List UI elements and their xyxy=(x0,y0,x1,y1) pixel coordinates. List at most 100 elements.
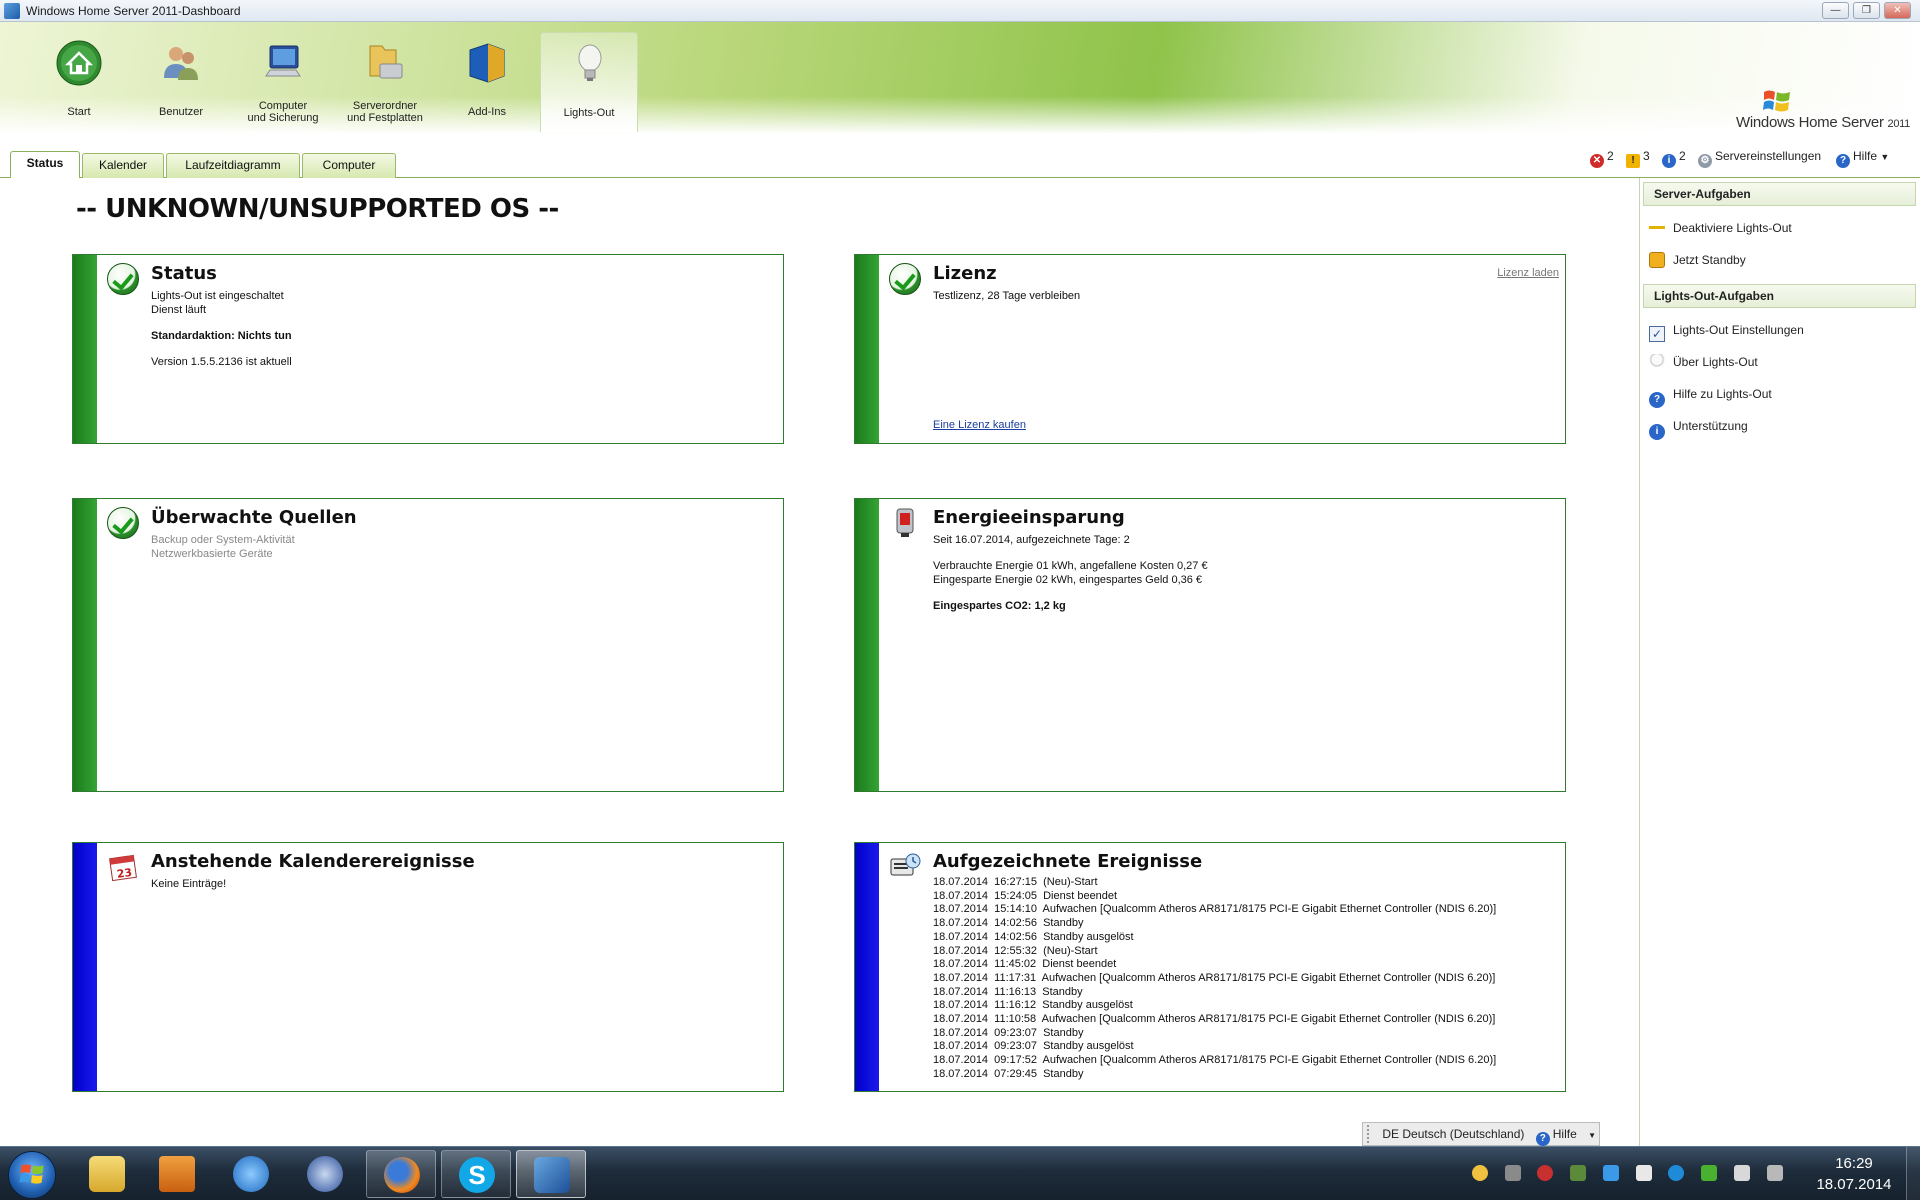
sources-card-body: Backup oder System-Aktivität Netzwerkbas… xyxy=(151,533,773,561)
nav-lights-out[interactable]: Lights-Out xyxy=(540,32,638,132)
energy-saved: Eingesparte Energie 02 kWh, eingespartes… xyxy=(933,574,1203,586)
check-icon xyxy=(107,263,139,295)
minimize-button[interactable]: — xyxy=(1822,2,1849,19)
tray-drive-icon[interactable] xyxy=(1570,1165,1586,1181)
tab-laufzeitdiagramm[interactable]: Laufzeitdiagramm xyxy=(166,153,300,178)
close-button[interactable]: ✕ xyxy=(1884,2,1911,19)
tray-flag-icon[interactable] xyxy=(1636,1165,1652,1181)
windows-flag-icon xyxy=(1763,90,1790,112)
nav-start-label: Start xyxy=(67,106,91,118)
warning-icon: ! xyxy=(1626,154,1640,168)
computer-icon xyxy=(265,45,301,77)
nav-users[interactable]: Benutzer xyxy=(132,32,230,128)
tray-update-icon[interactable] xyxy=(1701,1165,1717,1181)
tray-lightbulb-icon[interactable] xyxy=(1472,1165,1488,1181)
help-menu[interactable]: ? Hilfe ▼ xyxy=(1836,147,1890,168)
language-help-label: Hilfe xyxy=(1552,1127,1577,1141)
license-bar-green xyxy=(855,255,879,443)
tray-ie-icon[interactable] xyxy=(1668,1165,1684,1181)
server-settings-link[interactable]: ⚙ Servereinstellungen xyxy=(1698,147,1822,168)
warning-alerts[interactable]: ! 3 xyxy=(1626,147,1650,168)
event-log-icon xyxy=(890,853,921,876)
support-task[interactable]: i Unterstützung xyxy=(1649,416,1748,440)
event-entry: 18.07.2014 09:23:07 Standby ausgelöst xyxy=(933,1040,1134,1053)
buy-license-link[interactable]: Eine Lizenz kaufen xyxy=(933,419,1026,431)
nav-start[interactable]: Start xyxy=(30,32,128,128)
restore-button[interactable]: ❐ xyxy=(1853,2,1880,19)
start-button[interactable] xyxy=(8,1151,56,1199)
energy-since: Seit 16.07.2014, aufgezeichnete Tage: 2 xyxy=(933,534,1130,546)
energy-card: Energieeinsparung Seit 16.07.2014, aufge… xyxy=(854,498,1566,792)
license-card-title: Lizenz xyxy=(933,263,997,284)
about-lights-out-task[interactable]: Über Lights-Out xyxy=(1649,352,1758,372)
tray-network-icon[interactable] xyxy=(1603,1165,1619,1181)
taskbar-explorer[interactable] xyxy=(72,1150,142,1198)
sources-line-1: Backup oder System-Aktivität xyxy=(151,534,295,546)
events-list: 18.07.2014 16:27:15 (Neu)-Start 18.07.201… xyxy=(933,876,1555,1082)
task-label: Lights-Out Einstellungen xyxy=(1673,323,1804,337)
energy-card-body: Seit 16.07.2014, aufgezeichnete Tage: 2 … xyxy=(933,533,1555,613)
event-entry: 18.07.2014 11:17:31 Aufwachen [Qualcomm … xyxy=(933,971,1496,984)
event-entry: 18.07.2014 11:16:13 Standby xyxy=(933,985,1083,998)
event-entry: 18.07.2014 07:29:45 Standby xyxy=(933,1067,1084,1080)
taskbar-thunderbird[interactable] xyxy=(290,1150,360,1198)
task-label: Deaktiviere Lights-Out xyxy=(1673,221,1792,235)
taskbar-internet-explorer[interactable] xyxy=(216,1150,286,1198)
energy-used: Verbrauchte Energie 01 kWh, angefallene … xyxy=(933,560,1208,572)
task-label: Unterstützung xyxy=(1673,419,1748,433)
status-card: Status Lights-Out ist eingeschaltet Dien… xyxy=(72,254,784,444)
info-icon: i xyxy=(1649,424,1665,440)
app-icon xyxy=(4,3,20,19)
status-version: Version 1.5.5.2136 ist aktuell xyxy=(151,356,292,368)
language-bar[interactable]: DE Deutsch (Deutschland) ? Hilfe ▼ xyxy=(1362,1122,1600,1146)
whs-logo: Windows Home Server 2011 xyxy=(1710,84,1910,131)
taskbar-dashboard[interactable] xyxy=(516,1150,586,1198)
folder-icon xyxy=(369,45,403,79)
event-entry: 18.07.2014 14:02:56 Standby ausgelöst xyxy=(933,930,1134,943)
nav-computers[interactable]: Computer und Sicherung xyxy=(234,32,332,128)
tray-volume-icon[interactable] xyxy=(1734,1165,1750,1181)
energy-bar-green xyxy=(855,499,879,791)
nav-folders[interactable]: Serverordner und Festplatten xyxy=(336,32,434,128)
toggle-icon xyxy=(1649,220,1665,236)
clock[interactable]: 16:29 18.07.2014 xyxy=(1814,1153,1894,1195)
calendar-card-body: Keine Einträge! xyxy=(151,877,773,891)
clock-date: 18.07.2014 xyxy=(1816,1176,1892,1193)
lightbulb-icon xyxy=(1649,354,1665,370)
tab-status[interactable]: Status xyxy=(10,151,80,178)
event-entry: 18.07.2014 11:16:12 Standby ausgelöst xyxy=(933,999,1133,1012)
event-entry: 18.07.2014 09:17:52 Aufwachen [Qualcomm … xyxy=(933,1054,1497,1067)
help-lights-out-task[interactable]: ? Hilfe zu Lights-Out xyxy=(1649,384,1772,408)
deactivate-lights-out-task[interactable]: Deaktiviere Lights-Out xyxy=(1649,218,1792,238)
event-entry: 18.07.2014 15:14:10 Aufwachen [Qualcomm … xyxy=(933,903,1497,916)
load-license-link[interactable]: Lizenz laden xyxy=(1497,267,1559,279)
event-entry: 18.07.2014 16:27:15 (Neu)-Start xyxy=(933,876,1098,888)
folder-icon xyxy=(89,1156,125,1192)
alert-status: ✕ 2 ! 3 i2 ⚙ Servereinstellungen ? Hilfe ▼ xyxy=(1590,147,1910,168)
tray-usb-icon[interactable] xyxy=(1505,1165,1521,1181)
lights-out-settings-task[interactable]: ✓ Lights-Out Einstellungen xyxy=(1649,320,1804,342)
show-desktop-button[interactable] xyxy=(1906,1147,1920,1200)
mail-icon xyxy=(307,1156,343,1192)
checkbox-icon: ✓ xyxy=(1649,326,1665,342)
chevron-down-icon: ▼ xyxy=(1880,152,1890,162)
taskbar-media-player[interactable] xyxy=(142,1150,212,1198)
standby-now-task[interactable]: Jetzt Standby xyxy=(1649,250,1746,270)
taskbar-firefox[interactable] xyxy=(366,1150,436,1198)
addins-icon xyxy=(469,43,505,83)
tray-display-icon[interactable] xyxy=(1767,1165,1783,1181)
tray-network-tool-icon[interactable] xyxy=(1537,1165,1553,1181)
tab-computer[interactable]: Computer xyxy=(302,153,396,178)
critical-count: 2 xyxy=(1607,149,1614,163)
taskbar-skype[interactable]: S xyxy=(441,1150,511,1198)
events-card: Aufgezeichnete Ereignisse 18.07.2014 16:… xyxy=(854,842,1566,1092)
lightbulb-icon xyxy=(578,44,602,81)
info-alerts[interactable]: i2 xyxy=(1662,147,1686,168)
dashboard-icon xyxy=(534,1157,570,1193)
brand-version: 2011 xyxy=(1887,118,1911,130)
nav-addins[interactable]: Add-Ins xyxy=(438,32,536,128)
tab-kalender[interactable]: Kalender xyxy=(82,153,164,178)
critical-alerts[interactable]: ✕ 2 xyxy=(1590,147,1614,168)
help-label: Hilfe xyxy=(1853,149,1878,163)
server-settings-label: Servereinstellungen xyxy=(1715,149,1822,163)
